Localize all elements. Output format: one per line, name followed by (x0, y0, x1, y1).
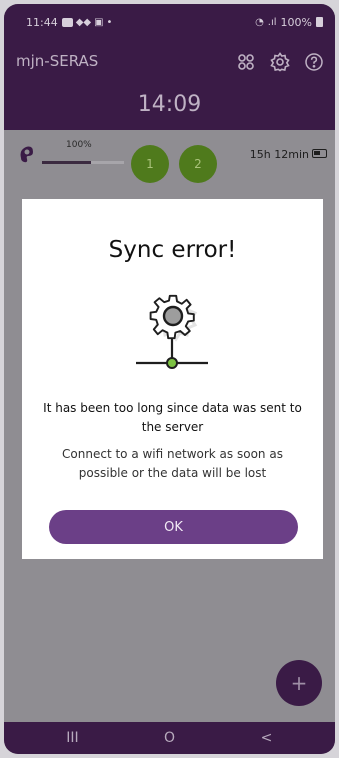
notification-icons: ◆◆ ▣ • (61, 16, 113, 28)
hearing-aid-icon (20, 146, 33, 163)
battery-level-fill (42, 161, 92, 164)
sync-icon: ◆◆ (75, 16, 92, 28)
sync-error-dialog: Sync error! It has been too long since d… (22, 199, 323, 559)
dot-icon: • (106, 16, 113, 28)
battery-percent-label: 100% (66, 140, 92, 150)
status-bar: 11:44 ◆◆ ▣ • ◔ .ıl 100% (4, 4, 335, 40)
navigation-bar: III O < (4, 722, 335, 754)
battery-icon (316, 17, 323, 27)
back-button[interactable]: < (247, 730, 287, 746)
gallery-icon: ▣ (94, 16, 104, 28)
error-message: It has been too long since data was sent… (43, 401, 302, 434)
mail-icon (61, 17, 73, 27)
remaining-time: 15h 12min (249, 148, 309, 161)
app-header: mjn-SERAS 14:09 (4, 40, 335, 130)
help-icon[interactable] (303, 51, 325, 73)
recent-apps-button[interactable]: III (53, 730, 93, 746)
phone-screen: 11:44 ◆◆ ▣ • ◔ .ıl 100% mjn-SERAS 14:09 … (4, 4, 335, 754)
ok-button[interactable]: OK (49, 510, 298, 544)
wifi-icon: ◔ (255, 16, 264, 28)
battery-level-bar (42, 161, 124, 164)
battery-percentage: 100% (280, 15, 312, 29)
home-button[interactable]: O (150, 730, 190, 746)
status-time: 11:44 (26, 15, 58, 29)
add-button[interactable]: + (276, 660, 322, 706)
program-slot-2[interactable]: 2 (179, 145, 217, 183)
program-slot-1[interactable]: 1 (131, 145, 169, 183)
header-actions (235, 51, 325, 73)
dialog-title: Sync error! (108, 237, 237, 263)
clock-display: 14:09 (137, 92, 202, 117)
error-instruction: Connect to a wifi network as soon as pos… (62, 447, 283, 480)
settings-gear-icon[interactable] (269, 51, 291, 73)
gear-network-icon (136, 294, 208, 369)
device-battery-icon (312, 149, 327, 158)
app-title: mjn-SERAS (16, 52, 99, 70)
device-status-row: 100% 1 2 15h 12min (4, 130, 335, 183)
signal-icon: .ıl (267, 16, 277, 28)
grid-icon[interactable] (235, 51, 257, 73)
status-right: ◔ .ıl 100% (255, 16, 323, 29)
